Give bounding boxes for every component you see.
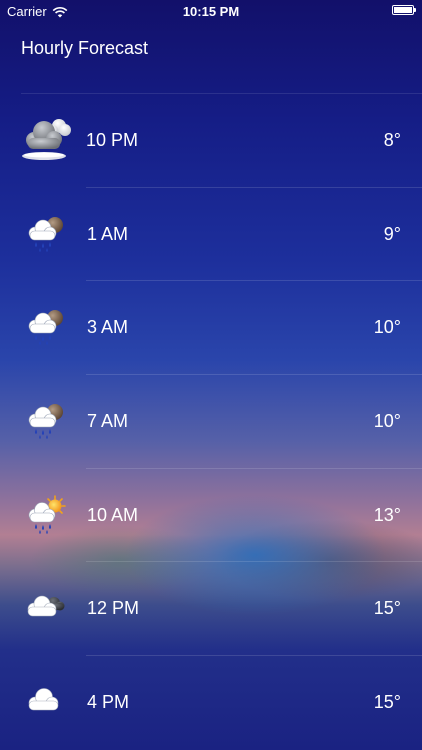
forecast-row[interactable]: 10 PM 8°: [21, 93, 422, 187]
hour-label: 12 PM: [87, 598, 140, 619]
status-time: 10:15 PM: [182, 4, 240, 19]
cloudy-night-icon: [22, 119, 71, 160]
night-rain-icon: [28, 216, 63, 252]
cloud-icon: [28, 688, 59, 711]
battery-icon: [392, 5, 416, 15]
hour-label: 7 AM: [87, 411, 129, 432]
hour-label: 10 PM: [86, 130, 139, 150]
forecast-row[interactable]: 4 PM 15°: [28, 655, 422, 749]
cloudy-icon: [27, 596, 65, 617]
page-title: Hourly Forecast: [21, 38, 149, 58]
hour-label: 4 PM: [87, 692, 130, 713]
battery-fill: [394, 7, 412, 13]
forecast-row[interactable]: 1 AM 9°: [28, 186, 422, 281]
hour-label: 10 AM: [87, 504, 139, 525]
forecast-row[interactable]: 7 AM 10°: [28, 374, 422, 468]
status-bar: Carrier 10:15 PM: [0, 0, 422, 22]
temperature-value: 10°: [373, 411, 401, 432]
temperature-value: 10°: [373, 317, 401, 338]
sun-rain-icon: [28, 494, 66, 534]
hour-label: 1 AM: [87, 223, 129, 244]
night-rain-icon: [28, 310, 63, 346]
weather-screen: Carrier 10:15 PM Hourly Forecast 10 PM 8…: [0, 0, 422, 750]
temperature-value: 9°: [383, 223, 401, 244]
forecast-row[interactable]: 3 AM 10°: [28, 280, 422, 374]
temperature-value: 15°: [373, 598, 401, 619]
hourly-forecast-list[interactable]: 10 PM 8° 1 AM 9° 3 AM 10° 7 AM 10° 10 AM…: [0, 93, 422, 749]
hour-label: 3 AM: [87, 317, 129, 338]
forecast-row[interactable]: 10 AM 13°: [28, 467, 422, 562]
night-rain-icon: [28, 404, 63, 440]
temperature-value: 15°: [373, 692, 401, 713]
temperature-value: 13°: [373, 504, 401, 525]
forecast-row[interactable]: 12 PM 15°: [27, 561, 422, 655]
temperature-value: 8°: [383, 130, 401, 150]
